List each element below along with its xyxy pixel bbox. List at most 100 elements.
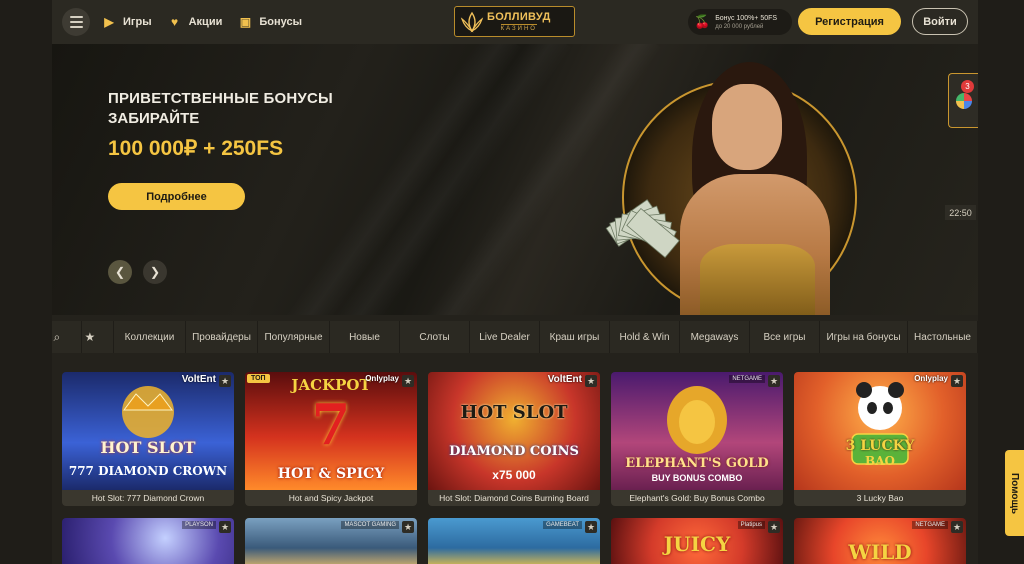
favorite-star-icon[interactable]: ★ (402, 375, 414, 387)
favorite-star-icon[interactable]: ★ (951, 521, 963, 533)
provider-label: Onlyplay (914, 374, 948, 383)
favorite-star-icon[interactable]: ★ (585, 521, 597, 533)
category-tab[interactable]: Megaways (680, 321, 750, 353)
category-label: Настольные (914, 331, 971, 343)
heart-icon: ♥ (171, 15, 179, 29)
promo-title: Бонус 100%+ 50FS (715, 14, 778, 22)
provider-label: Platipus (737, 521, 765, 529)
provider-label: VoltEnt (547, 374, 582, 385)
art-seven: 7 (311, 392, 351, 458)
details-button[interactable]: Подробнее (108, 183, 245, 210)
game-artwork: HOT SLOT 777 DIAMOND CROWN (62, 372, 234, 490)
game-tile[interactable]: GAMEBEAT ★ (428, 518, 600, 564)
favorite-star-icon[interactable]: ★ (219, 521, 231, 533)
game-tile[interactable]: 3 LUCKY BAO Onlyplay ★ 3 Lucky Bao (794, 372, 966, 506)
art-multiplier: x75 000 (492, 468, 536, 482)
game-tile[interactable]: JACKPOT 7 HOT & SPICY ТОП Onlyplay ★ Hot… (245, 372, 417, 506)
nav-games-label: Игры (123, 16, 152, 28)
category-tab[interactable]: Краш игры (540, 321, 610, 353)
art-title: HOT SLOT (460, 402, 568, 423)
help-tab[interactable]: Помощь (1005, 450, 1024, 536)
favorites-button[interactable]: ★ (82, 321, 114, 353)
game-tile[interactable]: JUICY Platipus ★ (611, 518, 783, 564)
category-tab[interactable]: Live Dealer (470, 321, 540, 353)
game-tile[interactable]: HOT SLOT 777 DIAMOND CROWN VoltEnt ★ Hot… (62, 372, 234, 506)
category-tab[interactable]: Настольные (908, 321, 978, 353)
login-button[interactable]: Войти (912, 8, 968, 35)
category-label: Слоты (419, 331, 450, 343)
provider-label: PLAYSON (182, 521, 216, 529)
help-label: Помощь (1009, 472, 1020, 514)
game-tile[interactable]: PLAYSON ★ (62, 518, 234, 564)
register-button[interactable]: Регистрация (798, 8, 901, 35)
game-tile[interactable]: HOT SLOT DIAMOND COINS x75 000 VoltEnt ★… (428, 372, 600, 506)
category-tab[interactable]: Игры на бонусы (820, 321, 908, 353)
art-title: HOT SLOT (100, 438, 196, 457)
art-subtitle: DIAMOND COINS (449, 444, 579, 459)
favorite-star-icon[interactable]: ★ (585, 375, 597, 387)
game-artwork: JACKPOT 7 HOT & SPICY (245, 372, 417, 490)
category-tab[interactable]: Hold & Win (610, 321, 680, 353)
main-nav: ▶ Игры ♥ Акции ▣ Бонусы (102, 0, 302, 44)
bonus-promo[interactable]: 🍒 Бонус 100%+ 50FS до 20 000 рублей (688, 9, 792, 35)
provider-label: NETGAME (729, 375, 765, 383)
logo-title: БОЛЛИВУД (487, 11, 551, 23)
slider-next-button[interactable]: ❯ (143, 260, 167, 284)
game-name: Hot Slot: 777 Diamond Crown (62, 490, 234, 506)
banner-amount: 100 000₽ + 250FS (108, 137, 284, 160)
art-subtitle: HOT & SPICY (277, 466, 385, 482)
category-tab[interactable]: Слоты (400, 321, 470, 353)
provider-label: Onlyplay (365, 374, 399, 383)
cherry-icon: 🍒 (694, 14, 711, 29)
favorite-star-icon[interactable]: ★ (951, 375, 963, 387)
search-icon: ⌕ (53, 329, 61, 344)
notification-badge: 3 (961, 80, 974, 93)
favorite-star-icon[interactable]: ★ (402, 521, 414, 533)
star-icon: ★ (84, 330, 96, 344)
category-label: Live Dealer (479, 331, 530, 343)
category-label: Популярные (264, 331, 323, 343)
money-fan-illustration (605, 199, 680, 259)
search-button[interactable]: ⌕ (52, 321, 82, 353)
banner-model-face (712, 84, 782, 170)
category-label: Коллекции (124, 331, 175, 343)
banner-subheading: ЗАБИРАЙТЕ (108, 110, 200, 127)
casino-logo[interactable]: БОЛЛИВУД КАЗИНО (454, 6, 575, 37)
game-tile[interactable]: WILD NETGAME ★ (794, 518, 966, 564)
art-subtitle: BUY BONUS COMBO (651, 473, 743, 483)
category-label: Hold & Win (619, 331, 670, 343)
lotus-logo-icon (460, 11, 484, 32)
menu-line (69, 26, 83, 28)
logo-text: БОЛЛИВУД КАЗИНО (487, 11, 551, 32)
category-label: Новые (349, 331, 380, 343)
nav-promotions[interactable]: ♥ Акции (168, 15, 222, 29)
game-tile[interactable]: MASCOT GAMING ★ (245, 518, 417, 564)
category-tab[interactable]: Новые (330, 321, 400, 353)
category-tab[interactable]: Коллекции (114, 321, 186, 353)
banner-model-dress (700, 244, 815, 315)
category-label: Краш игры (549, 331, 600, 343)
category-tab[interactable]: Провайдеры (186, 321, 258, 353)
provider-label: MASCOT GAMING (341, 521, 399, 529)
slider-prev-button[interactable]: ❮ (108, 260, 132, 284)
chat-widget-icon (955, 92, 972, 109)
category-tab[interactable]: Все игры (750, 321, 820, 353)
banner-heading: ПРИВЕТСТВЕННЫЕ БОНУСЫ (108, 90, 333, 107)
promo-text: Бонус 100%+ 50FS до 20 000 рублей (715, 15, 777, 30)
game-tile[interactable]: ELEPHANT'S GOLD BUY BONUS COMBO NETGAME … (611, 372, 783, 506)
promo-subtitle: до 20 000 рублей (715, 23, 764, 30)
category-label: Все игры (763, 331, 806, 343)
chevron-right-icon: ❯ (149, 265, 161, 279)
game-name: 3 Lucky Bao (794, 490, 966, 506)
game-name: Hot and Spicy Jackpot (245, 490, 417, 506)
nav-bonuses[interactable]: ▣ Бонусы (238, 15, 302, 29)
art-title: ELEPHANT'S GOLD (625, 456, 769, 471)
category-tab[interactable]: Популярные (258, 321, 330, 353)
category-bar: ⌕ ★ Коллекции Провайдеры Популярные Новы… (52, 321, 978, 353)
favorite-star-icon[interactable]: ★ (768, 375, 780, 387)
favorite-star-icon[interactable]: ★ (768, 521, 780, 533)
menu-line (69, 16, 83, 18)
menu-button[interactable] (62, 8, 90, 36)
favorite-star-icon[interactable]: ★ (219, 375, 231, 387)
nav-games[interactable]: ▶ Игры (102, 15, 152, 29)
